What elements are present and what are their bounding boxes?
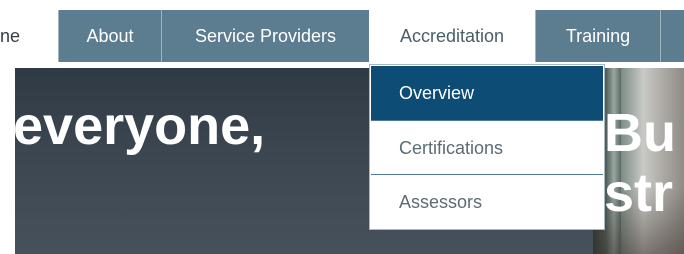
- nav-item-service-providers[interactable]: Service Providers: [161, 10, 369, 62]
- nav-item-label: Service Providers: [194, 26, 337, 46]
- nav-item-label: ne: [0, 26, 21, 46]
- nav-item-more[interactable]: [660, 10, 684, 62]
- hero-headline: everyone,: [13, 96, 266, 156]
- dropdown-item-certifications[interactable]: Certifications: [371, 121, 603, 175]
- dropdown-item-overview[interactable]: Overview: [371, 66, 603, 120]
- hero-headline-right-line1: Bu: [604, 104, 676, 162]
- page: everyone, Bu str ne About Service Provid…: [0, 0, 684, 254]
- nav-item-home[interactable]: ne: [0, 10, 58, 62]
- dropdown-item-label: Certifications: [399, 138, 504, 158]
- nav-item-label: Training: [565, 26, 631, 46]
- dropdown-item-assessors[interactable]: Assessors: [371, 175, 603, 229]
- hero-headline-right-line2: str: [604, 164, 674, 222]
- accreditation-dropdown-menu: Overview Certifications Assessors: [369, 64, 605, 230]
- nav-item-about[interactable]: About: [58, 10, 161, 62]
- nav-item-label: About: [86, 26, 134, 46]
- nav-item-label: Accreditation: [399, 26, 505, 46]
- dropdown-item-label: Overview: [399, 83, 475, 103]
- main-nav: ne About Service Providers Accreditation…: [0, 10, 684, 62]
- nav-item-training[interactable]: Training: [535, 10, 660, 62]
- nav-item-accreditation[interactable]: Accreditation: [369, 10, 535, 62]
- dropdown-item-label: Assessors: [399, 192, 483, 212]
